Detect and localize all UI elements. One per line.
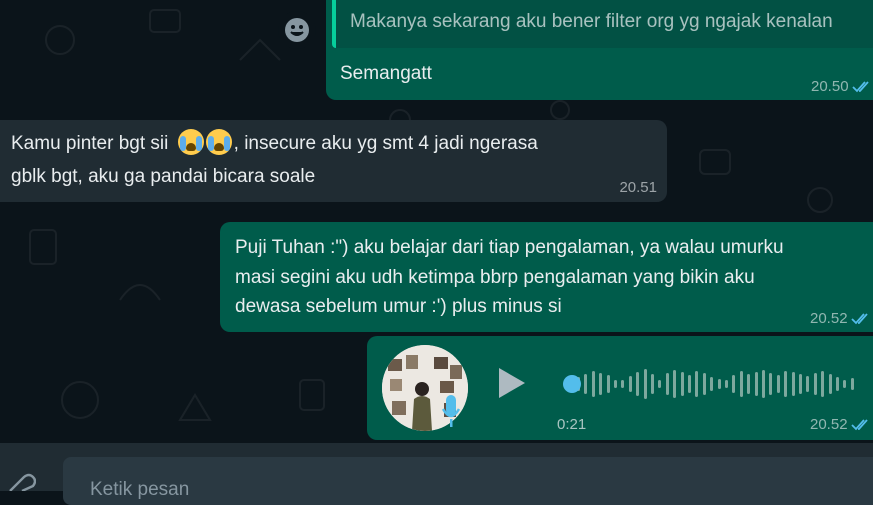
waveform-bar	[710, 377, 714, 391]
quote-accent-bar	[332, 0, 336, 48]
waveform-bar	[732, 375, 736, 393]
message-text-part1: Kamu pinter bgt sii	[11, 133, 169, 154]
waveform-bar	[695, 371, 699, 397]
message-text: Semangatt	[340, 63, 432, 84]
waveform-bar	[658, 380, 662, 388]
message-text-part2: , insecure aku yg smt 4 jadi ngerasa	[233, 133, 538, 154]
message-line-2: masi segini aku udh ketimpa bbrp pengala…	[235, 267, 755, 288]
waveform-bar	[725, 380, 728, 388]
waveform-bar	[665, 373, 669, 395]
message-time: 20.52	[810, 310, 848, 327]
waveform-bar	[836, 377, 839, 391]
double-check-icon	[850, 312, 868, 324]
waveform-bar	[636, 372, 640, 396]
message-meta: 20.52	[810, 416, 871, 433]
quoted-text: Makanya sekarang aku bener filter org yg…	[350, 11, 833, 32]
waveform-bar	[599, 373, 603, 395]
message-time: 20.51	[619, 179, 657, 196]
voice-waveform[interactable]	[563, 362, 863, 406]
waveform-bar	[606, 375, 610, 393]
waveform-bar	[739, 371, 743, 397]
playback-thumb[interactable]	[563, 375, 581, 393]
message-outgoing-reply[interactable]: Makanya sekarang aku bener filter org yg…	[326, 0, 873, 100]
waveform-bar	[591, 371, 595, 397]
message-meta: 20.52	[810, 310, 871, 327]
waveform-bar	[828, 374, 832, 394]
double-check-icon	[850, 418, 868, 430]
double-check-icon	[851, 80, 869, 92]
waveform-bar	[747, 374, 751, 394]
quoted-message[interactable]: Makanya sekarang aku bener filter org yg…	[332, 0, 873, 48]
waveform-bar	[762, 370, 765, 398]
waveform-bar	[850, 378, 854, 390]
waveform-bar	[702, 373, 706, 395]
message-input[interactable]: Ketik pesan	[63, 457, 873, 505]
waveform-bar	[754, 372, 758, 396]
play-icon[interactable]	[497, 366, 527, 400]
message-time: 20.52	[810, 416, 848, 433]
message-time: 20.50	[811, 78, 849, 95]
waveform-bar	[843, 380, 847, 388]
waveform-bar	[813, 373, 817, 395]
waveform-bar	[680, 372, 684, 396]
waveform-bar	[584, 374, 588, 394]
smiley-icon	[285, 18, 309, 42]
waveform-bar	[769, 373, 773, 395]
waveform-bar	[791, 372, 795, 396]
message-line-3: dewasa sebelum umur :') plus minus si	[235, 296, 562, 317]
message-voice-note[interactable]: 0:21 20.52	[367, 336, 873, 440]
voice-duration: 0:21	[557, 416, 587, 433]
message-line-1: Puji Tuhan :") aku belajar dari tiap pen…	[235, 237, 784, 258]
microphone-icon	[441, 395, 461, 427]
message-text-line2: gblk bgt, aku ga pandai bicara soale	[11, 166, 316, 187]
message-incoming[interactable]: Kamu pinter bgt sii , insecure aku yg sm…	[0, 120, 667, 202]
waveform-bar	[717, 379, 721, 389]
loudly-crying-face-emoji	[177, 129, 234, 159]
composer-bar: Ketik pesan	[0, 443, 873, 505]
waveform-bar	[821, 371, 825, 397]
waveform-bar	[799, 374, 802, 394]
waveform-bar	[651, 374, 654, 394]
waveform-bar	[643, 369, 647, 399]
waveform-bar	[621, 380, 625, 388]
waveform-bar	[784, 371, 788, 397]
message-text: Kamu pinter bgt sii , insecure aku yg sm…	[11, 129, 538, 159]
waveform-bar	[614, 380, 617, 388]
waveform-bar	[776, 375, 780, 393]
waveform-bar	[673, 370, 677, 398]
waveform-bar	[688, 375, 691, 393]
waveform-bar	[806, 376, 810, 392]
message-outgoing[interactable]: Puji Tuhan :") aku belajar dari tiap pen…	[220, 222, 873, 332]
message-meta: 20.51	[619, 179, 657, 196]
message-meta: 20.50	[811, 78, 872, 95]
attach-icon[interactable]	[6, 473, 36, 491]
waveform-bar	[628, 376, 632, 392]
message-input-placeholder: Ketik pesan	[90, 479, 190, 500]
emoji-reaction-button[interactable]	[278, 11, 316, 49]
